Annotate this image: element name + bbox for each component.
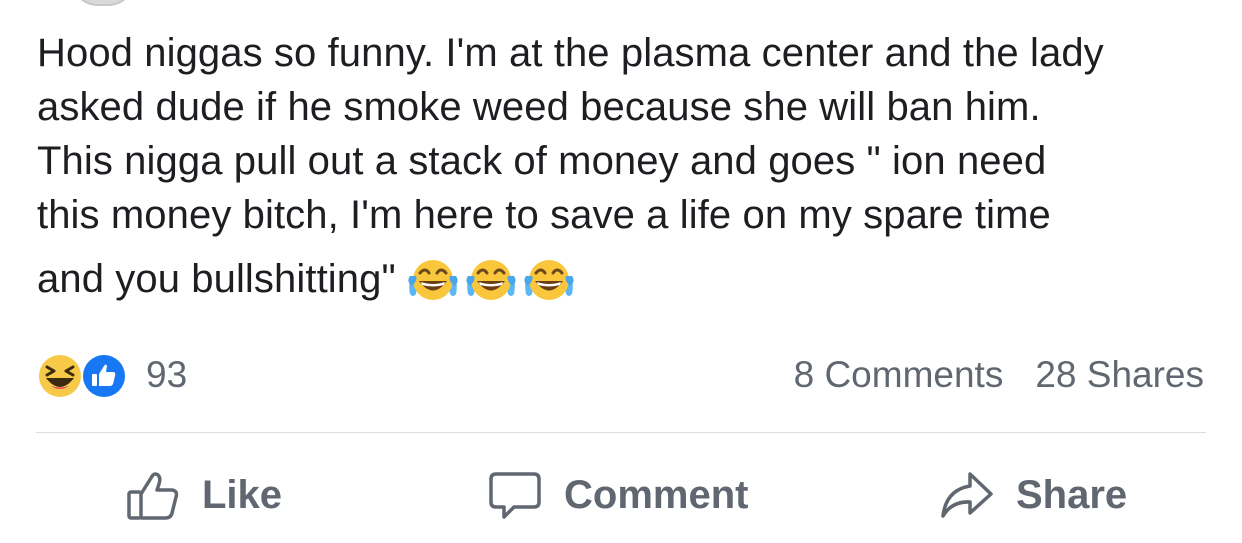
author-avatar[interactable]	[70, 0, 136, 6]
post-line-last: and you bullshitting"	[37, 252, 1217, 306]
like-button[interactable]: Like	[124, 462, 282, 528]
engagement-counts: 8 Comments 28 Shares	[794, 354, 1204, 396]
post-line: and you bullshitting"	[37, 257, 396, 301]
face-with-tears-of-joy-icon	[524, 260, 574, 300]
haha-icon	[37, 353, 83, 399]
comment-bubble-icon	[489, 472, 541, 519]
thumbs-up-icon	[127, 472, 179, 520]
action-bar: Like Comment Share	[0, 462, 1242, 528]
post-body: Hood niggas so funny. I'm at the plasma …	[37, 26, 1217, 306]
shares-count[interactable]: 28 Shares	[1035, 354, 1204, 395]
post-line: This nigga pull out a stack of money and…	[37, 139, 1047, 183]
divider	[36, 432, 1206, 433]
reaction-count[interactable]: 93	[146, 354, 187, 396]
post-line: asked dude if he smoke weed because she …	[37, 85, 1041, 129]
share-button[interactable]: Share	[938, 462, 1127, 528]
like-icon	[81, 353, 127, 399]
share-arrow-icon	[941, 472, 993, 518]
comment-label: Comment	[564, 472, 749, 517]
post-line: Hood niggas so funny. I'm at the plasma …	[37, 31, 1104, 75]
post-line: this money bitch, I'm here to save a lif…	[37, 193, 1051, 237]
share-label: Share	[1016, 472, 1128, 517]
reactions-summary: 93 8 Comments 28 Shares	[36, 346, 1204, 402]
comments-count[interactable]: 8 Comments	[794, 354, 1004, 395]
face-with-tears-of-joy-icon	[466, 260, 516, 300]
emoji-group	[406, 256, 576, 302]
reaction-icons[interactable]	[36, 350, 136, 400]
face-with-tears-of-joy-icon	[408, 260, 458, 300]
like-label: Like	[202, 472, 283, 517]
comment-button[interactable]: Comment	[486, 462, 748, 528]
